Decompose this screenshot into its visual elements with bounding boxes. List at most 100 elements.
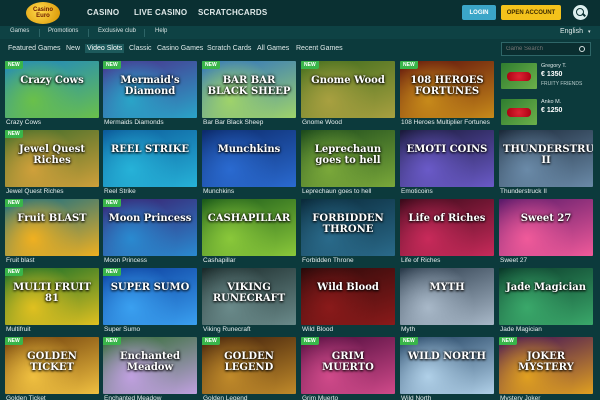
game-title[interactable]: Golden Legend	[203, 395, 247, 400]
game-thumbnail[interactable]: Jade Magician	[499, 268, 593, 325]
login-button[interactable]: LOGIN	[462, 5, 496, 20]
game-tile[interactable]: Jewel Quest Riches NEW Jewel Quest Riches	[5, 130, 99, 197]
game-title[interactable]: Forbidden Throne	[302, 257, 354, 264]
search-icon[interactable]	[573, 5, 588, 20]
game-thumbnail[interactable]: WILD NORTH NEW	[400, 337, 494, 394]
subnav-games[interactable]: Games	[10, 28, 29, 34]
game-thumbnail[interactable]: CASHAPILLAR	[202, 199, 296, 256]
game-thumbnail[interactable]: EMOTI COINS	[400, 130, 494, 187]
tab-featured-games[interactable]: Featured Games	[8, 45, 61, 52]
subnav-exclusive-club[interactable]: Exclusive club	[98, 28, 136, 34]
game-title[interactable]: Gnome Wood	[302, 119, 342, 126]
game-thumbnail[interactable]: Munchkins	[202, 130, 296, 187]
game-title[interactable]: Bar Bar Black Sheep	[203, 119, 263, 126]
game-thumbnail[interactable]: Leprechaun goes to hell	[301, 130, 395, 187]
game-tile[interactable]: GOLDEN LEGEND NEW Golden Legend	[202, 337, 296, 400]
game-thumbnail[interactable]: MYTH	[400, 268, 494, 325]
game-title[interactable]: Munchkins	[203, 188, 234, 195]
game-title[interactable]: Jade Magician	[500, 326, 542, 333]
game-thumbnail[interactable]: Gnome Wood NEW	[301, 61, 395, 118]
game-tile[interactable]: Enchanted Meadow NEW Enchanted Meadow	[103, 337, 197, 400]
game-tile[interactable]: WILD NORTH NEW Wild North	[400, 337, 494, 400]
game-tile[interactable]: Munchkins Munchkins	[202, 130, 296, 197]
game-title[interactable]: Viking Runecraft	[203, 326, 251, 333]
game-title[interactable]: 108 Heroes Multiplier Fortunes	[401, 119, 490, 126]
game-title[interactable]: Mystery Joker	[500, 395, 540, 400]
game-tile[interactable]: Sweet 27 Sweet 27	[499, 199, 593, 266]
game-thumbnail[interactable]: FORBIDDEN THRONE	[301, 199, 395, 256]
game-title[interactable]: Jewel Quest Riches	[6, 188, 63, 195]
game-tile[interactable]: EMOTI COINS Emoticoins	[400, 130, 494, 197]
game-tile[interactable]: SUPER SUMO NEW Super Sumo	[103, 268, 197, 335]
game-title[interactable]: Multifruit	[6, 326, 31, 333]
game-title[interactable]: Grim Muerto	[302, 395, 338, 400]
game-tile[interactable]: Life of Riches Life of Riches	[400, 199, 494, 266]
game-thumbnail[interactable]: Moon Princess NEW	[103, 199, 197, 256]
game-tile[interactable]: FORBIDDEN THRONE Forbidden Throne	[301, 199, 395, 266]
game-thumbnail[interactable]: Crazy Cows NEW	[5, 61, 99, 118]
tab-all-games[interactable]: All Games	[257, 45, 289, 52]
game-tile[interactable]: Mermaid's Diamond NEW Mermaids Diamonds	[103, 61, 197, 128]
game-tile[interactable]: Jade Magician Jade Magician	[499, 268, 593, 335]
game-tile[interactable]: Moon Princess NEW Moon Princess	[103, 199, 197, 266]
game-title[interactable]: Golden Ticket	[6, 395, 46, 400]
winner-entry[interactable]: Anko M. € 1250	[501, 97, 591, 127]
game-title[interactable]: Emoticoins	[401, 188, 433, 195]
game-title[interactable]: Mermaids Diamonds	[104, 119, 164, 126]
game-tile[interactable]: Leprechaun goes to hell Leprechaun goes t…	[301, 130, 395, 197]
nav-casino[interactable]: CASINO	[87, 8, 119, 17]
game-tile[interactable]: Wild Blood Wild Blood	[301, 268, 395, 335]
game-tile[interactable]: REEL STRIKE Reel Strike	[103, 130, 197, 197]
game-tile[interactable]: CASHAPILLAR Cashapillar	[202, 199, 296, 266]
game-thumbnail[interactable]: SUPER SUMO NEW	[103, 268, 197, 325]
subnav-promotions[interactable]: Promotions	[48, 28, 78, 34]
game-title[interactable]: Thunderstruck II	[500, 188, 547, 195]
tab-casino-games[interactable]: Casino Games	[157, 45, 203, 52]
casino-logo[interactable]: Casino Euro	[26, 2, 60, 24]
game-thumbnail[interactable]: Mermaid's Diamond NEW	[103, 61, 197, 118]
game-thumbnail[interactable]: THUNDERSTRUCK II	[499, 130, 593, 187]
nav-scratchcards[interactable]: SCRATCHCARDS	[198, 8, 267, 17]
game-tile[interactable]: Fruit BLAST NEW Fruit blast	[5, 199, 99, 266]
game-tile[interactable]: Crazy Cows NEW Crazy Cows	[5, 61, 99, 128]
tab-new[interactable]: New	[66, 45, 80, 52]
game-thumbnail[interactable]: JOKER MYSTERY NEW	[499, 337, 593, 394]
winner-entry[interactable]: Gregory T. € 1350 FRUITY FRIENDS	[501, 61, 591, 91]
game-title[interactable]: Wild Blood	[302, 326, 333, 333]
open-account-button[interactable]: OPEN ACCOUNT	[501, 5, 561, 20]
subnav-help[interactable]: Help	[155, 28, 167, 34]
game-tile[interactable]: 108 HEROES FORTUNES NEW 108 Heroes Multipl…	[400, 61, 494, 128]
game-thumbnail[interactable]: Life of Riches	[400, 199, 494, 256]
game-title[interactable]: Myth	[401, 326, 415, 333]
game-title[interactable]: Reel Strike	[104, 188, 136, 195]
game-title[interactable]: Sweet 27	[500, 257, 527, 264]
game-thumbnail[interactable]: GRIM MUERTO NEW	[301, 337, 395, 394]
tab-scratch-cards[interactable]: Scratch Cards	[207, 45, 251, 52]
game-title[interactable]: Super Sumo	[104, 326, 140, 333]
game-thumbnail[interactable]: REEL STRIKE	[103, 130, 197, 187]
game-thumbnail[interactable]: Jewel Quest Riches NEW	[5, 130, 99, 187]
game-thumbnail[interactable]: GOLDEN TICKET NEW	[5, 337, 99, 394]
game-tile[interactable]: Gnome Wood NEW Gnome Wood	[301, 61, 395, 128]
game-thumbnail[interactable]: MULTI FRUIT 81 NEW	[5, 268, 99, 325]
game-title[interactable]: Life of Riches	[401, 257, 440, 264]
game-tile[interactable]: MYTH Myth	[400, 268, 494, 335]
tab-recent-games[interactable]: Recent Games	[296, 45, 343, 52]
game-title[interactable]: Leprechaun goes to hell	[302, 188, 371, 195]
game-title[interactable]: Moon Princess	[104, 257, 147, 264]
game-thumbnail[interactable]: GOLDEN LEGEND NEW	[202, 337, 296, 394]
tab-classic[interactable]: Classic	[129, 45, 152, 52]
game-tile[interactable]: THUNDERSTRUCK II Thunderstruck II	[499, 130, 593, 197]
game-thumbnail[interactable]: Fruit BLAST NEW	[5, 199, 99, 256]
game-thumbnail[interactable]: VIKING RUNECRAFT	[202, 268, 296, 325]
game-tile[interactable]: VIKING RUNECRAFT Viking Runecraft	[202, 268, 296, 335]
tab-video-slots[interactable]: Video Slots	[85, 44, 125, 53]
nav-live-casino[interactable]: LIVE CASINO	[134, 8, 187, 17]
language-selector[interactable]: English	[560, 28, 583, 35]
game-title[interactable]: Cashapillar	[203, 257, 236, 264]
game-tile[interactable]: BAR BAR BLACK SHEEP NEW Bar Bar Black Shee…	[202, 61, 296, 128]
game-tile[interactable]: GRIM MUERTO NEW Grim Muerto	[301, 337, 395, 400]
game-thumbnail[interactable]: Enchanted Meadow NEW	[103, 337, 197, 394]
game-title[interactable]: Crazy Cows	[6, 119, 41, 126]
game-thumbnail[interactable]: Sweet 27	[499, 199, 593, 256]
